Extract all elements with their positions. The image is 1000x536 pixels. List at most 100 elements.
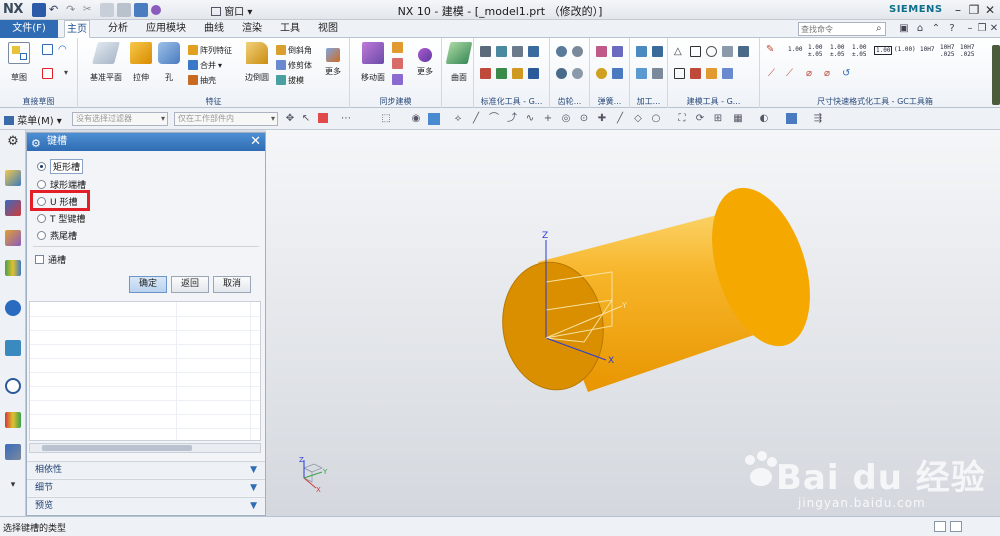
model-tool-icon-8[interactable] — [706, 68, 717, 79]
dim-format-5[interactable]: 1.00 — [874, 46, 893, 55]
through-slot-checkbox[interactable] — [35, 255, 44, 264]
model-tool-icon-9[interactable] — [722, 68, 733, 79]
snap-icon-10[interactable]: ╱ — [614, 113, 626, 125]
std-part-icon-6[interactable] — [496, 68, 507, 79]
spring-icon-2[interactable] — [612, 46, 623, 57]
reuse-library-icon[interactable] — [5, 260, 21, 276]
move-face-button[interactable]: 移动面 — [356, 42, 390, 83]
snap-icon-9[interactable]: ✚ — [596, 113, 608, 125]
snap-point-icon[interactable]: ✥ — [284, 113, 296, 125]
dialog-gear-icon[interactable]: ⚙ — [31, 135, 41, 153]
snap-icon-8[interactable]: ⊙ — [578, 113, 590, 125]
std-part-icon-2[interactable] — [496, 46, 507, 57]
repeat-command-icon[interactable] — [134, 3, 148, 17]
unite-button[interactable]: 合并 ▾ — [188, 59, 222, 71]
sketch-button[interactable]: 草图 — [4, 42, 34, 83]
clock-icon[interactable] — [5, 378, 21, 394]
gear-icon-4[interactable] — [572, 68, 583, 79]
snap-icon-11[interactable]: ◇ — [632, 113, 644, 125]
snap-icon-1[interactable]: ⟡ — [452, 113, 464, 125]
work-layer-icon[interactable]: ⇶ — [812, 113, 824, 125]
std-part-icon-1[interactable] — [480, 46, 491, 57]
close-button[interactable]: ✕ — [982, 2, 998, 18]
spring-icon-3[interactable] — [596, 68, 607, 79]
trim-body-button[interactable]: 修剪体 — [276, 59, 312, 71]
refresh-icon[interactable]: ⟳ — [694, 113, 706, 125]
restore-button[interactable]: ❐ — [966, 2, 982, 18]
snap-icon-2[interactable]: ╱ — [470, 113, 482, 125]
model-tool-icon-2[interactable] — [690, 46, 701, 57]
settings-gear-icon[interactable]: ⚙ — [5, 134, 21, 150]
dim-format-8[interactable]: 10H7.025 — [940, 44, 954, 58]
radio-button[interactable] — [37, 162, 46, 171]
dim-format-4[interactable]: 1.00 ±.05 — [852, 44, 866, 58]
ok-button[interactable]: 确定 — [129, 276, 167, 293]
datum-plane-button[interactable]: 基准平面 — [86, 42, 126, 83]
dim-format-2[interactable]: 1.00 ±.05 — [808, 44, 822, 58]
offset-region-icon[interactable] — [392, 58, 403, 69]
history-icon[interactable] — [5, 340, 21, 356]
std-part-icon-4[interactable] — [528, 46, 539, 57]
render-style-icon[interactable]: ◐ — [758, 113, 770, 125]
dim-tool-icon-2[interactable]: ⟋ — [786, 68, 797, 79]
model-canvas[interactable]: Z X Y Z X Y — [266, 130, 1000, 516]
type-filter-dropdown[interactable]: 没有选择过滤器 ▾ — [72, 112, 168, 126]
machining-icon-4[interactable] — [652, 68, 663, 79]
cut-icon[interactable]: ✂ — [83, 3, 97, 17]
doc-restore-button[interactable]: ❐ — [976, 23, 988, 35]
dim-tool-icon-5[interactable]: ↺ — [842, 68, 853, 79]
gear-icon[interactable] — [556, 46, 567, 57]
menu-button[interactable]: 菜单(M) ▾ — [4, 112, 62, 127]
back-button[interactable]: 返回 — [171, 276, 209, 293]
pattern-feature-button[interactable]: 阵列特征 — [188, 44, 232, 56]
section-dependencies[interactable]: 相依性 ▼ — [27, 461, 265, 478]
command-search-input[interactable] — [798, 22, 886, 36]
copy-icon[interactable] — [100, 3, 114, 17]
dim-format-3[interactable]: 1.00 ±.05 — [830, 44, 844, 58]
snap-icon-7[interactable]: ◎ — [560, 113, 572, 125]
dimension-edit-icon[interactable]: ✎ — [766, 44, 777, 55]
web-browser-icon[interactable] — [5, 300, 21, 316]
collapse-ribbon-icon[interactable]: ⌃ — [930, 23, 942, 35]
tab-applications[interactable]: 应用模块 — [144, 20, 188, 38]
std-part-icon-8[interactable] — [528, 68, 539, 79]
graphics-viewport[interactable]: Z X Y Z X Y — [266, 130, 1000, 516]
surface-button[interactable]: 曲面 — [444, 42, 474, 83]
view-orient-icon[interactable] — [428, 113, 440, 125]
cancel-button[interactable]: 取消 — [213, 276, 251, 293]
machining-icon-3[interactable] — [636, 68, 647, 79]
model-tool-icon-6[interactable] — [674, 68, 685, 79]
select-icon[interactable]: ↖ — [300, 113, 312, 125]
color-filter-icon[interactable] — [318, 113, 328, 123]
minimize-button[interactable]: – — [950, 2, 966, 18]
paste-icon[interactable] — [117, 3, 131, 17]
tab-view[interactable]: 视图 — [316, 20, 340, 38]
extrude-button[interactable]: 拉伸 — [126, 42, 156, 83]
help-icon[interactable]: ? — [946, 23, 958, 35]
snap-icon-4[interactable]: ⤴ — [506, 113, 518, 125]
model-tool-icon-5[interactable] — [738, 46, 749, 57]
radio-button[interactable] — [37, 180, 46, 189]
window-layout-icon[interactable]: ▣ — [898, 23, 910, 35]
hole-button[interactable]: 孔 — [154, 42, 184, 83]
radio-t-slot[interactable]: T 型键槽 — [37, 211, 85, 226]
arc-icon[interactable]: ◠ — [58, 44, 69, 55]
zoom-icon[interactable]: ⊞ — [712, 113, 724, 125]
chamfer-button[interactable]: 倒斜角 — [276, 44, 312, 56]
radio-button[interactable] — [37, 214, 46, 223]
shell-button[interactable]: 抽壳 — [188, 74, 216, 86]
assembly-navigator-icon[interactable] — [5, 170, 21, 186]
tab-render[interactable]: 渲染 — [240, 20, 264, 38]
dim-format-6[interactable]: (1.00) — [894, 46, 916, 53]
std-part-icon-5[interactable] — [480, 68, 491, 79]
gear-icon-2[interactable] — [572, 46, 583, 57]
radio-button[interactable] — [37, 231, 46, 240]
dialog-title-bar[interactable]: ⚙ 键槽 ✕ — [27, 133, 265, 151]
fit-view-icon[interactable]: ⛶ — [676, 113, 688, 125]
process-studio-icon[interactable] — [5, 444, 21, 460]
layout-icon[interactable]: ▦ — [732, 113, 744, 125]
tab-curve[interactable]: 曲线 — [202, 20, 226, 38]
gear-icon-3[interactable] — [556, 68, 567, 79]
more-sync-button[interactable]: 更多 — [410, 42, 440, 77]
save-icon[interactable] — [32, 3, 46, 17]
